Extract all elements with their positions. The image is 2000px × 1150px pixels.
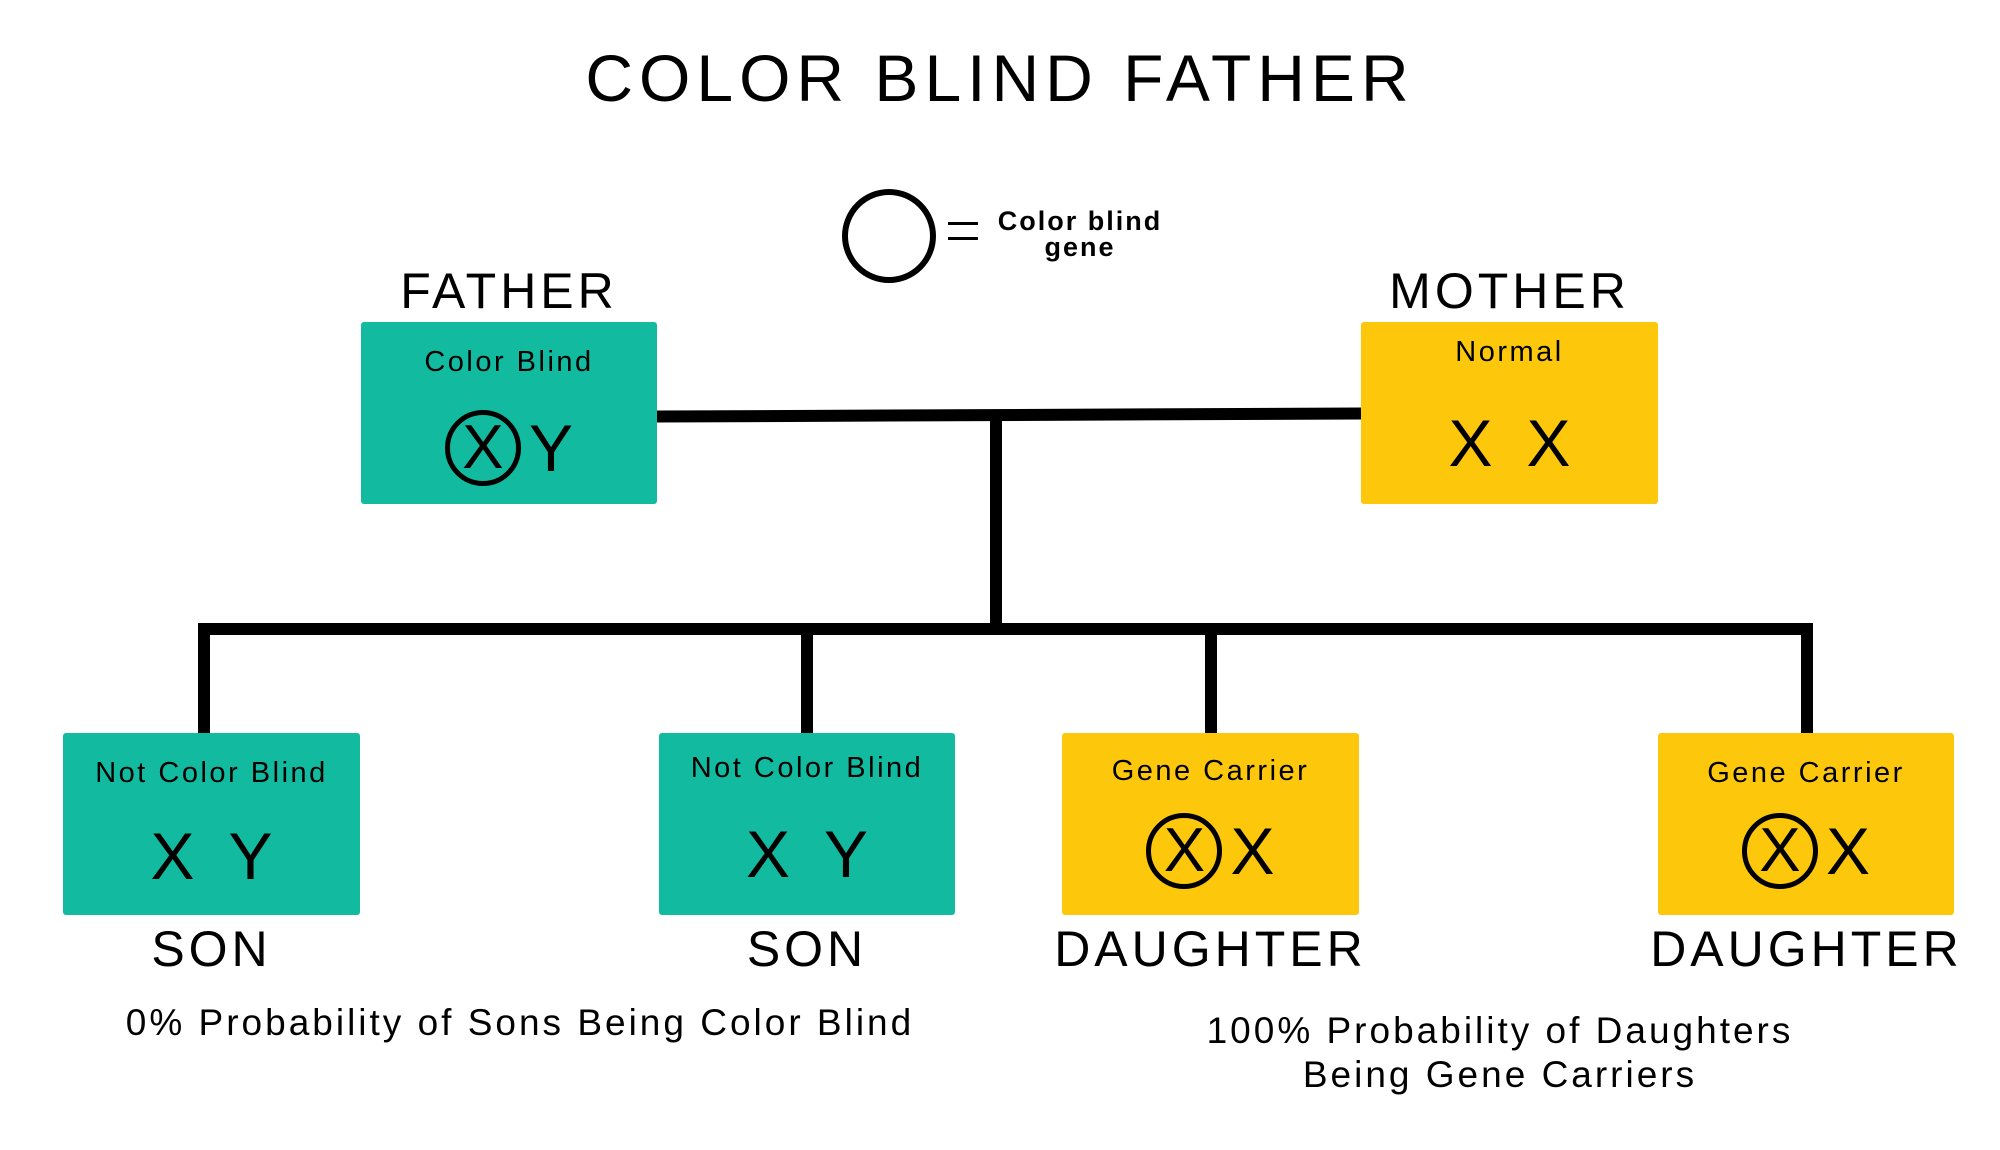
- mother-chromosome-2: X: [1526, 406, 1571, 480]
- son-2-label: SON: [746, 921, 868, 977]
- son-2-genotype: XY: [659, 821, 955, 887]
- daughter-2-label: DAUGHTER: [1650, 921, 1963, 977]
- sons-probability-caption: 0% Probability of Sons Being Color Blind: [125, 1002, 915, 1043]
- father-status: Color Blind: [424, 346, 594, 378]
- son-1-genotype: XY: [63, 823, 360, 889]
- legend-label-line1: Color blind: [997, 206, 1163, 236]
- daughter-1-chromosome-1-gene-marked: X: [1146, 813, 1223, 889]
- daughters-caption-line1: 100% Probability of Daughters: [1206, 1010, 1794, 1051]
- daughter-2-chromosome-2: X: [1825, 814, 1871, 888]
- mother-label: MOTHER: [1389, 263, 1630, 319]
- daughter-1-genotype: XX: [1062, 813, 1359, 889]
- son-1-chromosome-2: Y: [228, 819, 273, 893]
- daughter-2-box: Gene Carrier XX: [1658, 733, 1954, 915]
- daughters-caption-line2: Being Gene Carriers: [1302, 1054, 1698, 1095]
- son-1-drop-line: [198, 623, 210, 735]
- father-genotype: XY: [361, 410, 657, 486]
- daughters-probability-caption: 100% Probability of Daughters Being Gene…: [1100, 1009, 1900, 1097]
- son-2-chromosome-1: X: [745, 817, 790, 891]
- mother-box: Normal XX: [1361, 322, 1658, 504]
- daughter-1-status: Gene Carrier: [1111, 755, 1310, 787]
- daughter-2-drop-line: [1801, 623, 1813, 735]
- couple-line: [656, 407, 1362, 423]
- father-chromosome-1-gene-marked: X: [444, 410, 521, 486]
- son-1-chromosome-1: X: [150, 819, 195, 893]
- diagram-title: COLOR BLIND FATHER: [585, 41, 1415, 115]
- son-2-box: Not Color Blind XY: [659, 733, 955, 915]
- son-2-chromosome-2: Y: [824, 817, 869, 891]
- daughter-1-label: DAUGHTER: [1054, 921, 1367, 977]
- daughter-2-chromosome-1-gene-marked: X: [1741, 813, 1818, 889]
- father-label: FATHER: [400, 263, 618, 319]
- daughter-1-drop-line: [1205, 623, 1217, 735]
- equals-sign: [948, 222, 978, 240]
- son-1-label: SON: [151, 921, 272, 977]
- son-1-status: Not Color Blind: [95, 757, 328, 789]
- daughter-2-genotype: XX: [1658, 813, 1954, 889]
- daughter-1-chromosome-2: X: [1230, 814, 1275, 888]
- father-chromosome-2: Y: [528, 411, 574, 485]
- mother-genotype: XX: [1361, 410, 1658, 476]
- daughter-2-status: Gene Carrier: [1707, 757, 1905, 789]
- son-2-status: Not Color Blind: [690, 752, 924, 784]
- father-box: Color Blind XY: [361, 322, 657, 504]
- son-2-drop-line: [801, 623, 813, 735]
- sibling-line: [198, 623, 1813, 635]
- daughter-1-box: Gene Carrier XX: [1062, 733, 1359, 915]
- mother-chromosome-1: X: [1448, 406, 1493, 480]
- legend-label: Color blind gene: [980, 206, 1180, 262]
- mother-status: Normal: [1455, 336, 1564, 368]
- circle-outline-icon: [842, 189, 936, 283]
- descent-stem-line: [990, 415, 1002, 635]
- son-1-box: Not Color Blind XY: [63, 733, 360, 915]
- legend-label-line2: gene: [1044, 232, 1116, 262]
